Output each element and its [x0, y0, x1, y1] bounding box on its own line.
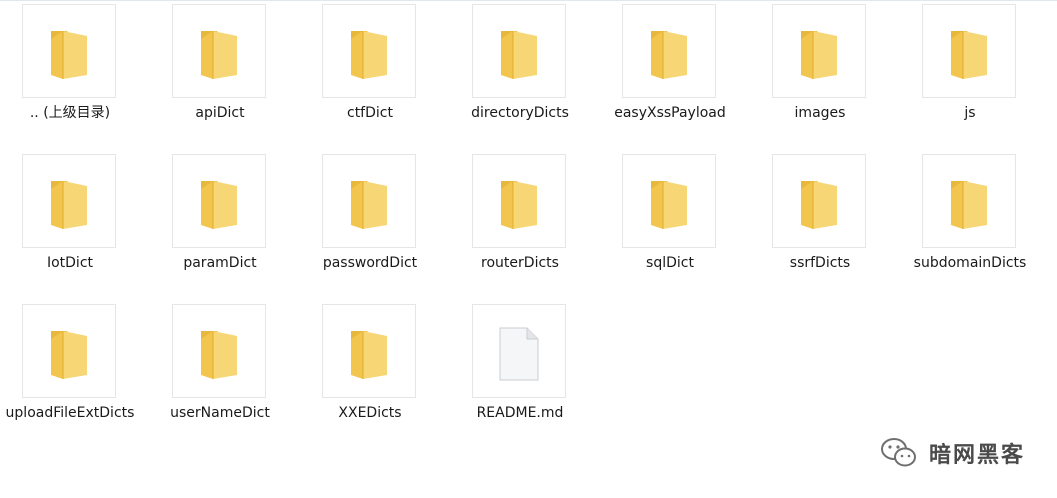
- item-label: subdomainDicts: [913, 255, 1027, 271]
- watermark-text: 暗网黑客: [928, 443, 1025, 468]
- folder-thumbnail[interactable]: [472, 154, 566, 248]
- folder-thumbnail[interactable]: [172, 304, 266, 398]
- folder-thumbnail[interactable]: [322, 4, 416, 98]
- folder-item[interactable]: routerDicts: [445, 154, 595, 294]
- folder-thumbnail[interactable]: [322, 304, 416, 398]
- folder-thumbnail[interactable]: [922, 4, 1016, 98]
- folder-item[interactable]: images: [745, 4, 895, 144]
- item-label: js: [964, 105, 976, 121]
- folder-item[interactable]: easyXssPayload: [595, 4, 745, 144]
- folder-thumbnail[interactable]: [922, 154, 1016, 248]
- folder-item[interactable]: directoryDicts: [445, 4, 595, 144]
- folder-item[interactable]: uploadFileExtDicts: [0, 304, 145, 444]
- folder-thumbnail[interactable]: [22, 154, 116, 248]
- folder-thumbnail[interactable]: [622, 154, 716, 248]
- folder-thumbnail[interactable]: [322, 154, 416, 248]
- folder-thumbnail[interactable]: [472, 4, 566, 98]
- folder-item[interactable]: ctfDict: [295, 4, 445, 144]
- item-label: README.md: [476, 405, 564, 421]
- folder-thumbnail[interactable]: [22, 4, 116, 98]
- folder-item[interactable]: subdomainDicts: [895, 154, 1045, 294]
- file-item[interactable]: README.md: [445, 304, 595, 444]
- folder-item[interactable]: apiDict: [145, 4, 295, 144]
- folder-item[interactable]: js: [895, 4, 1045, 144]
- folder-item[interactable]: .. (上级目录): [0, 4, 145, 144]
- folder-item[interactable]: passwordDict: [295, 154, 445, 294]
- folder-thumbnail[interactable]: [172, 4, 266, 98]
- watermark: 暗网黑客: [879, 436, 1025, 470]
- folder-thumbnail[interactable]: [172, 154, 266, 248]
- folder-thumbnail[interactable]: [622, 4, 716, 98]
- folder-item[interactable]: userNameDict: [145, 304, 295, 444]
- folder-item[interactable]: sqlDict: [595, 154, 745, 294]
- folder-item[interactable]: XXEDicts: [295, 304, 445, 444]
- folder-thumbnail[interactable]: [772, 154, 866, 248]
- file-thumbnail[interactable]: [472, 304, 566, 398]
- folder-item[interactable]: paramDict: [145, 154, 295, 294]
- wechat-icon: [880, 438, 916, 467]
- folder-thumbnail[interactable]: [22, 304, 116, 398]
- file-grid: .. (上级目录) apiDict ctfDict directoryDicts eas…: [0, 0, 1057, 470]
- folder-thumbnail[interactable]: [772, 4, 866, 98]
- folder-item[interactable]: IotDict: [0, 154, 145, 294]
- folder-item[interactable]: ssrfDicts: [745, 154, 895, 294]
